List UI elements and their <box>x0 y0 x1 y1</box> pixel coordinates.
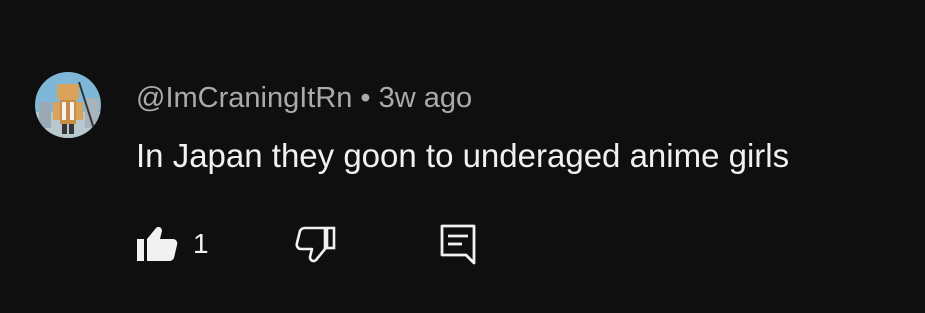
like-count: 1 <box>193 228 209 259</box>
comment-time[interactable]: 3w ago <box>379 82 473 114</box>
reply-comment-icon <box>440 224 476 265</box>
comment-author[interactable]: @ImCraningItRn <box>136 82 352 114</box>
comment-meta: @ImCraningItRn • 3w ago <box>136 80 472 116</box>
meta-separator: • <box>360 82 371 114</box>
dislike-button[interactable] <box>293 222 337 266</box>
thumbs-up-filled-icon <box>137 227 178 261</box>
comment-text: In Japan they goon to underaged anime gi… <box>136 137 790 174</box>
thumbs-down-outline-icon <box>295 226 336 263</box>
like-button[interactable]: 1 <box>135 222 209 266</box>
avatar[interactable] <box>35 72 101 138</box>
avatar-image <box>35 72 101 138</box>
comment: @ImCraningItRn • 3w ago In Japan they goon… <box>0 0 925 313</box>
reply-button[interactable] <box>437 222 481 266</box>
